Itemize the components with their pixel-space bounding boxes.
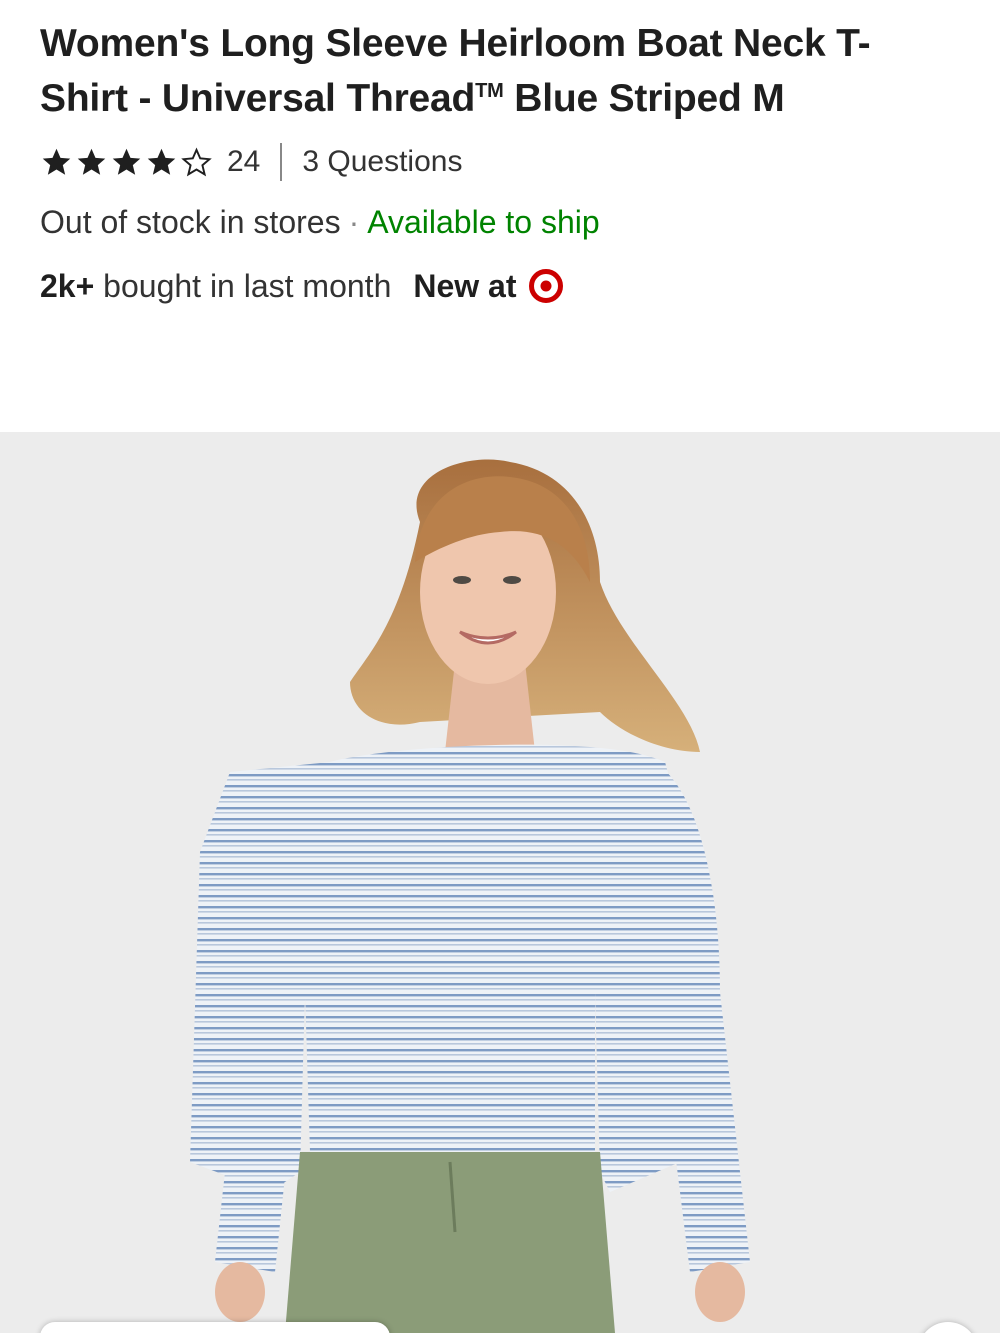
product-photo [0, 432, 1000, 1333]
bought-count: 2k+ [40, 268, 95, 304]
bought-text: bought in last month [94, 268, 392, 304]
star-filled-icon [147, 148, 176, 175]
product-header: Women's Long Sleeve Heirloom Boat Neck T… [40, 16, 940, 306]
product-title: Women's Long Sleeve Heirloom Boat Neck T… [40, 22, 871, 120]
target-bullseye-icon [528, 269, 563, 303]
star-empty-icon [181, 146, 212, 176]
store-stock-status: Out of stock in stores [40, 204, 341, 240]
star-filled-icon [112, 148, 141, 175]
star-rating[interactable] [40, 146, 213, 179]
trademark-symbol: TM [475, 80, 504, 102]
star-filled-icon [77, 148, 106, 175]
review-count-link[interactable]: 24 [227, 145, 260, 179]
rating-row[interactable]: 24 3 Questions [40, 140, 940, 184]
questions-link[interactable]: 3 Questions [302, 145, 462, 179]
ship-availability-link[interactable]: Available to ship [367, 204, 599, 240]
star-filled-icon [42, 148, 71, 175]
product-image-carousel[interactable] [0, 432, 1000, 1333]
divider [280, 143, 283, 181]
separator-dot: · [348, 204, 360, 240]
popularity-row: 2k+ bought in last month New at [40, 266, 940, 306]
carousel-control-pill[interactable] [40, 1322, 390, 1333]
availability-row: Out of stock in stores · Available to ship [40, 202, 940, 242]
new-at-label: New at [413, 268, 517, 304]
